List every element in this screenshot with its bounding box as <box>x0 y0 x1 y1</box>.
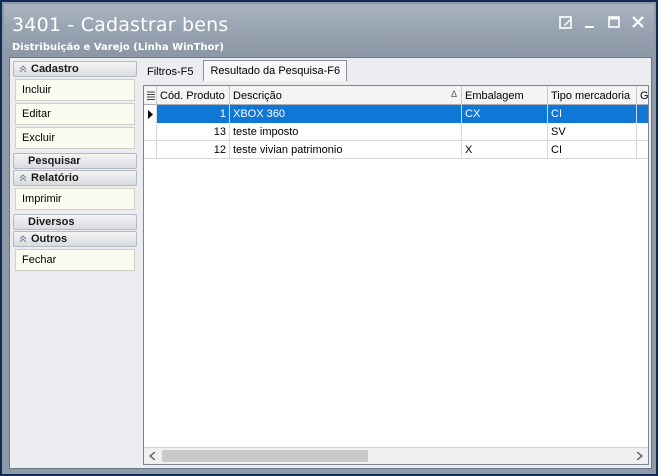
maximize-icon[interactable] <box>606 14 622 30</box>
current-row-icon <box>147 109 153 119</box>
tab-strip: Filtros-F5 Resultado da Pesquisa-F6 <box>141 59 348 81</box>
tab-resultado-pesquisa[interactable]: Resultado da Pesquisa-F6 <box>203 60 348 81</box>
row-indicator <box>144 123 157 141</box>
list-icon <box>147 91 155 100</box>
group-label: Relatório <box>31 172 79 184</box>
column-header-tipo-mercadoria[interactable]: Tipo mercadoria <box>548 86 637 105</box>
minimize-icon[interactable] <box>582 14 598 30</box>
client-area: Cadastro Incluir Editar Excluir Pesquisa… <box>9 57 652 469</box>
cell-descricao[interactable]: teste imposto <box>230 123 462 141</box>
cell-codigo[interactable]: 12 <box>157 141 230 159</box>
grid-header: Cód. Produto Descrição Δ Embalagem Tipo … <box>144 86 648 105</box>
cell-g[interactable] <box>637 123 648 141</box>
column-header-descricao[interactable]: Descrição Δ <box>230 86 462 105</box>
column-header-g[interactable]: G <box>637 86 648 105</box>
scrollbar-thumb[interactable] <box>162 450 368 462</box>
chevron-up-icon <box>18 173 28 183</box>
tab-filtros[interactable]: Filtros-F5 <box>141 62 199 81</box>
results-grid: Cód. Produto Descrição Δ Embalagem Tipo … <box>143 85 649 465</box>
column-header-codigo[interactable]: Cód. Produto <box>157 86 230 105</box>
cell-tipo[interactable]: CI <box>548 105 637 123</box>
window-controls <box>558 14 646 30</box>
chevron-up-icon <box>18 64 28 74</box>
table-row[interactable]: 13 teste imposto SV <box>144 123 648 141</box>
group-pesquisar[interactable]: Pesquisar <box>13 153 137 169</box>
close-icon[interactable] <box>630 14 646 30</box>
group-label: Pesquisar <box>28 155 81 167</box>
group-diversos[interactable]: Diversos <box>13 214 137 230</box>
sidebar: Cadastro Incluir Editar Excluir Pesquisa… <box>13 60 137 466</box>
app-window: 3401 - Cadastrar bens Distribuição e Var… <box>0 0 658 476</box>
table-row[interactable]: 1 XBOX 360 CX CI <box>144 105 648 123</box>
group-relatorio[interactable]: Relatório <box>13 170 137 186</box>
scroll-left-icon[interactable] <box>144 448 161 464</box>
group-label: Diversos <box>28 216 75 228</box>
cell-tipo[interactable]: CI <box>548 141 637 159</box>
incluir-button[interactable]: Incluir <box>15 79 135 101</box>
cell-codigo[interactable]: 13 <box>157 123 230 141</box>
cell-g[interactable] <box>637 141 648 159</box>
group-label: Outros <box>31 233 68 245</box>
row-indicator <box>144 105 157 123</box>
window-title: 3401 - Cadastrar bens <box>12 14 229 36</box>
column-header-embalagem[interactable]: Embalagem <box>462 86 548 105</box>
column-label: Descrição <box>233 89 282 102</box>
table-row[interactable]: 12 teste vivian patrimonio X CI <box>144 141 648 159</box>
sort-asc-icon: Δ <box>450 89 457 99</box>
horizontal-scrollbar[interactable] <box>144 447 648 464</box>
cell-embalagem[interactable]: X <box>462 141 548 159</box>
cell-descricao[interactable]: XBOX 360 <box>230 105 462 123</box>
grid-rows: 1 XBOX 360 CX CI 13 teste imposto SV 12 <box>144 105 648 159</box>
cell-embalagem[interactable] <box>462 123 548 141</box>
group-outros[interactable]: Outros <box>13 231 137 247</box>
title-bar: 3401 - Cadastrar bens Distribuição e Var… <box>4 4 654 56</box>
edit-icon[interactable] <box>558 14 574 30</box>
window-subtitle: Distribuição e Varejo (Linha WinThor) <box>12 42 224 53</box>
editar-button[interactable]: Editar <box>15 103 135 125</box>
cell-g[interactable] <box>637 105 648 123</box>
cell-codigo[interactable]: 1 <box>157 105 230 123</box>
cell-tipo[interactable]: SV <box>548 123 637 141</box>
cell-descricao[interactable]: teste vivian patrimonio <box>230 141 462 159</box>
group-cadastro[interactable]: Cadastro <box>13 61 137 77</box>
scroll-right-icon[interactable] <box>631 448 648 464</box>
row-indicator <box>144 141 157 159</box>
chevron-up-icon <box>18 234 28 244</box>
excluir-button[interactable]: Excluir <box>15 127 135 149</box>
group-label: Cadastro <box>31 63 79 75</box>
cell-embalagem[interactable]: CX <box>462 105 548 123</box>
fechar-button[interactable]: Fechar <box>15 249 135 271</box>
imprimir-button[interactable]: Imprimir <box>15 188 135 210</box>
row-selector-header[interactable] <box>144 86 157 105</box>
